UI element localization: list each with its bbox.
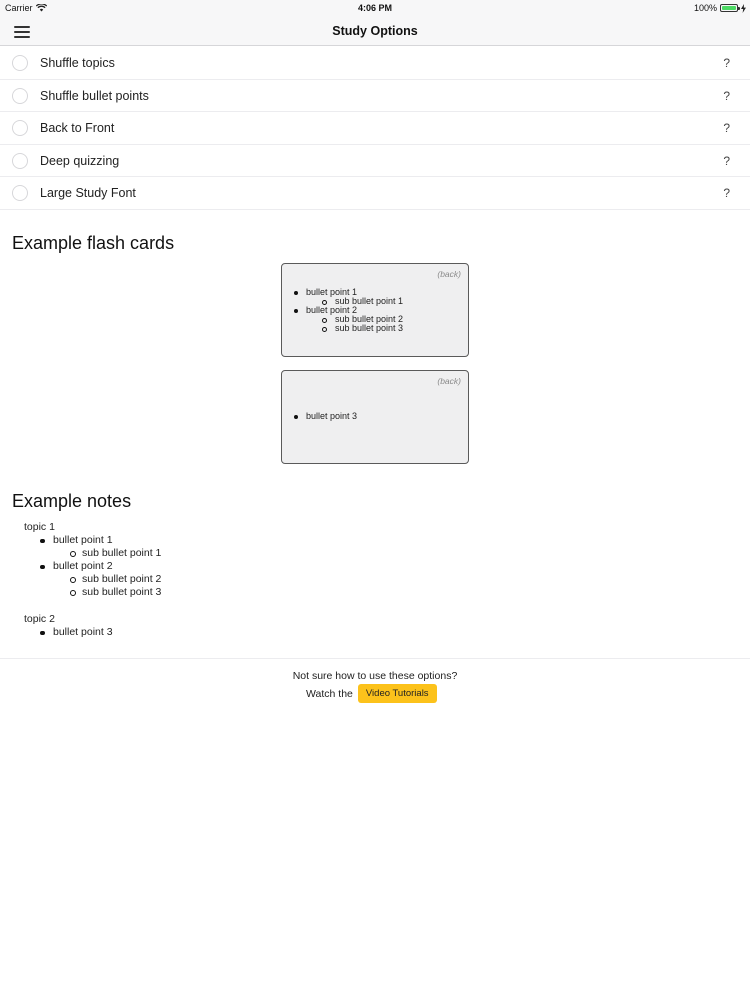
option-label: Deep quizzing [40, 153, 120, 168]
option-label: Shuffle bullet points [40, 88, 149, 103]
help-question: Not sure how to use these options? [292, 670, 458, 682]
flash-card: (back) bullet point 3 [281, 370, 469, 464]
card-side-tag: (back) [437, 376, 461, 386]
study-options-list: Shuffle topics ? Shuffle bullet points ?… [0, 47, 750, 210]
example-notes: topic 1 bullet point 1 sub bullet point … [24, 521, 161, 639]
note-bullet: bullet point 3 [24, 626, 161, 639]
sub-bullet-item: sub bullet point 3 [306, 324, 403, 333]
card-bullet-list: bullet point 1 sub bullet point 1 bullet… [293, 288, 403, 333]
battery-percent: 100% [693, 3, 717, 13]
note-bullet: bullet point 1 [24, 534, 161, 547]
option-label: Shuffle topics [40, 56, 115, 70]
bullet-item: bullet point 3 [293, 411, 358, 421]
video-tutorials-button[interactable]: Video Tutorials [357, 684, 437, 703]
option-deep-quizzing[interactable]: Deep quizzing ? [0, 144, 750, 177]
navigation-bar: Study Options [0, 16, 750, 46]
help-prefix: Watch the [306, 687, 353, 700]
note-sub-bullet: sub bullet point 3 [24, 586, 161, 599]
note-sub-bullet: sub bullet point 2 [24, 573, 161, 586]
help-prompt: Watch the Video Tutorials [306, 684, 437, 703]
flash-card: (back) bullet point 1 sub bullet point 1… [281, 263, 469, 357]
page-title: Study Options [332, 24, 418, 38]
status-bar: Carrier 4:06 PM 100% [0, 0, 750, 16]
note-topic: topic 1 [24, 521, 55, 533]
help-button[interactable]: ? [723, 121, 730, 135]
note-sub-bullet: sub bullet point 1 [24, 547, 161, 560]
help-button[interactable]: ? [723, 186, 730, 200]
help-button[interactable]: ? [723, 56, 730, 70]
notes-heading: Example notes [12, 491, 132, 511]
option-shuffle-bullet-points[interactable]: Shuffle bullet points ? [0, 79, 750, 112]
option-shuffle-topics[interactable]: Shuffle topics ? [0, 47, 750, 80]
radio-button[interactable] [12, 185, 28, 201]
help-button[interactable]: ? [723, 89, 730, 103]
note-topic: topic 2 [24, 613, 55, 625]
option-label: Large Study Font [40, 186, 136, 200]
note-bullet: bullet point 2 [24, 560, 161, 573]
battery-indicator: 100% [694, 3, 746, 13]
battery-icon [720, 4, 740, 12]
card-side-tag: (back) [437, 269, 461, 279]
status-time: 4:06 PM [357, 3, 392, 13]
radio-button[interactable] [12, 120, 28, 136]
option-large-study-font[interactable]: Large Study Font ? [0, 177, 750, 210]
radio-button[interactable] [12, 87, 28, 104]
flash-cards-heading: Example flash cards [12, 233, 175, 253]
radio-button[interactable] [12, 152, 28, 169]
divider [0, 658, 750, 659]
help-button[interactable]: ? [723, 154, 730, 168]
option-label: Back to Front [40, 121, 115, 135]
radio-button[interactable] [12, 55, 28, 71]
card-bullet-list: bullet point 3 [293, 411, 358, 421]
option-back-to-front[interactable]: Back to Front ? [0, 112, 750, 145]
charging-icon [741, 3, 746, 13]
